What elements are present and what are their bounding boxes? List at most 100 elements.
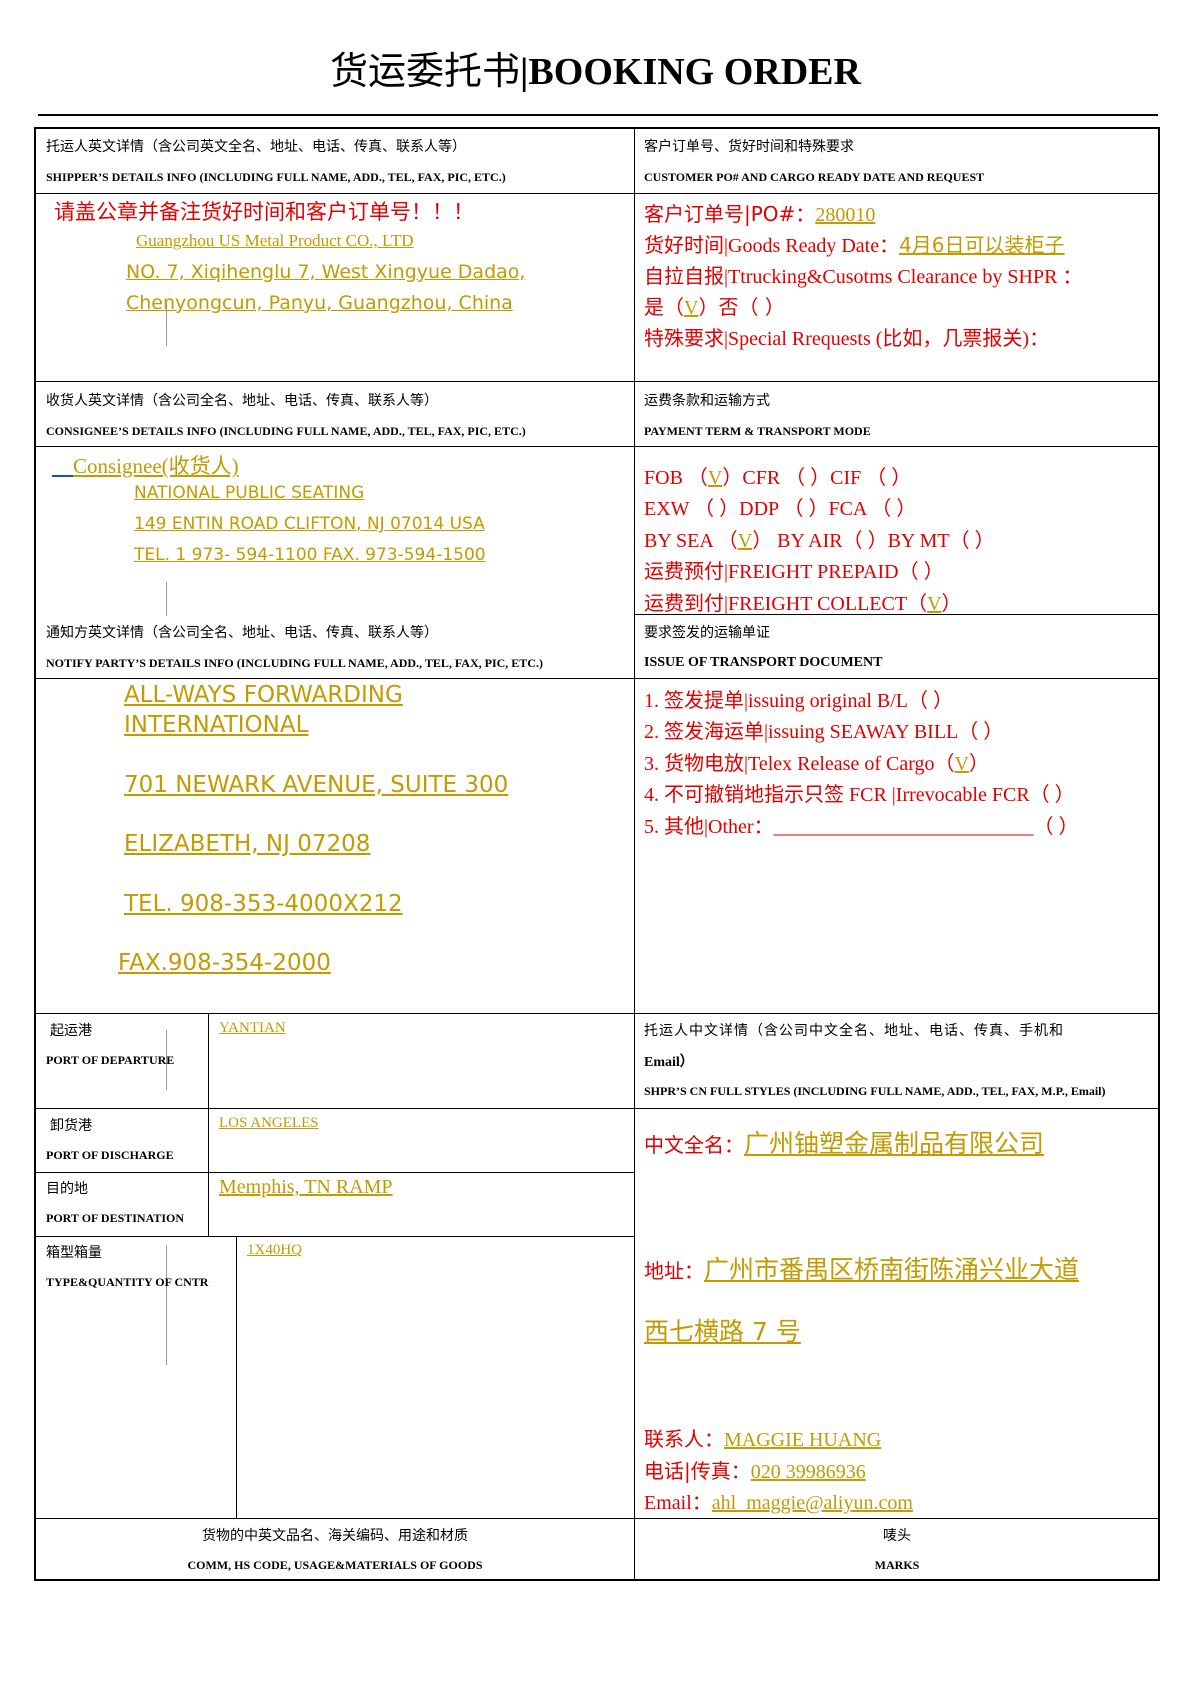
consignee-tel: TEL. 1 973- 594-1100 FAX. 973-594-1500 [134,545,486,565]
cn-addr-value1: 广州市番禺区桥南街陈涌兴业大道 [704,1255,1080,1284]
doc-opt5: 5. 其他|Other：__________________________（ … [644,816,1079,838]
po-value: 280010 [815,204,876,226]
destination-label-en: PORT OF DESTINATION [46,1211,185,1225]
discharge-label-en: PORT OF DISCHARGE [46,1148,174,1162]
rule-notify-head [35,678,1159,679]
doc-opt2: 2. 签发海运单|issuing SEAWAY BILL（ ） [644,721,1004,743]
consignee-label-zh: 收货人英文详情（含公司全名、地址、电话、传真、联系人等） [46,393,438,409]
cn-addr-line: 地址：广州市番禺区桥南街陈涌兴业大道 [644,1250,1079,1286]
goods-label-en: COMM, HS CODE, USAGE&MATERIALS OF GOODS [187,1558,483,1572]
cn-email-value: ahl_maggie@aliyun.com [711,1492,913,1514]
doc-label-zh: 要求签发的运输单证 [644,625,770,641]
cntr-label-zh: 箱型箱量 [46,1245,102,1261]
cn-name-line: 中文全名：广州铀塑金属制品有限公司 [644,1124,1044,1160]
sea-mark: V [737,530,753,552]
notify-line3: 701 NEWARK AVENUE, SUITE 300 [124,772,509,798]
cntr-label-en: TYPE&QUANTITY OF CNTR [46,1275,209,1289]
yes-label: 是（ [644,295,684,319]
rule-cntr-top [35,1236,635,1237]
notify-line6: FAX.908-354-2000 [118,950,331,976]
consignee-addr: 149 ENTIN ROAD CLIFTON, NJ 07014 USA [134,514,485,534]
marks-label-zh: 唛头 [883,1528,911,1544]
rule-consignee-top [35,381,1159,382]
yes-mark: V [684,297,699,319]
consignee-title-text: Consignee(收货人) [73,454,239,478]
notify-line5: TEL. 908-353-4000X212 [124,891,403,917]
ready-line: 货好时间|Goods Ready Date：4月6日可以装柜子 [644,229,1065,258]
prepaid-line: 运费预付|FREIGHT PREPAID（ ） [644,561,944,583]
shipper-note: 请盖公章并备注货好时间和客户订单号！！！ [54,200,474,224]
shipper-cn-label-zh2: Email） [644,1055,694,1070]
consignee-label-en: CONSIGNEE’S DETAILS INFO (INCLUDING FULL… [46,424,526,438]
rule-goods-top [35,1518,1159,1519]
collect-line: 运费到付|FREIGHT COLLECT（V） [644,593,962,615]
sea-line: BY SEA （V） BY AIR（ ）BY MT（ ） [644,530,995,552]
departure-label-en: PORT OF DEPARTURE [46,1053,175,1067]
ports-divider [208,1013,209,1236]
cn-phone-label: 电话|传真： [644,1459,751,1483]
cn-contact-line: 联系人：MAGGIE HUANG [644,1423,881,1452]
notify-label-en: NOTIFY PARTY’S DETAILS INFO (INCLUDING F… [46,656,543,670]
title-en: BOOKING ORDER [528,51,861,93]
doc-opt3: 3. 货物电放|Telex Release of Cargo（V） [644,753,989,775]
ready-value: 4月6日可以装柜子 [899,233,1065,257]
cntr-value: 1X40HQ [247,1242,302,1258]
payment-label-en: PAYMENT TERM & TRANSPORT MODE [644,424,871,438]
discharge-value: LOS ANGELES [219,1115,319,1131]
goods-label-zh: 货物的中英文品名、海关编码、用途和材质 [202,1528,468,1544]
cn-name-label: 中文全名： [644,1133,744,1157]
shipper-cn-label-en: SHPR’S CN FULL STYLES (INCLUDING FULL NA… [644,1084,1106,1098]
rule-consignee-head [35,446,1159,447]
consignee-title: Consignee(收货人) [52,450,239,480]
destination-value: Memphis, TN RAMP [219,1176,393,1198]
fob-line: FOB （V）CFR （ ）CIF （ ） [644,467,912,489]
cn-name-value: 广州铀塑金属制品有限公司 [744,1129,1045,1158]
edit-cursor [166,582,167,616]
exw-line: EXW （ ）DDP （ ）FCA （ ） [644,498,917,520]
shipper-label-zh: 托运人英文详情（含公司英文全名、地址、电话、传真、联系人等） [46,139,466,155]
cn-phone-line: 电话|传真：020 39986936 [644,1455,866,1484]
doc-opt3-mark: V [954,753,969,775]
notify-line4: ELIZABETH, NJ 07208 [124,831,371,857]
departure-label-zh: 起运港 [50,1023,92,1039]
customer-label-zh: 客户订单号、货好时间和特殊要求 [644,139,854,155]
cn-email-label: Email： [644,1492,712,1514]
trucking-line: 自拉自报|Ttrucking&Cusotms Clearance by SHPR… [644,266,1083,288]
edit-cursor [166,1245,167,1365]
cntr-divider [236,1236,237,1518]
payment-label-zh: 运费条款和运输方式 [644,393,770,409]
cn-contact-value: MAGGIE HUANG [724,1429,882,1451]
collect-mark: V [927,593,942,615]
shipper-addr1: NO. 7, Xiqihenglu 7, West Xingyue Dadao, [126,261,526,283]
title-rule [38,114,1158,116]
cn-phone-value: 020 39986936 [750,1461,866,1483]
page-title: 货运委托书|BOOKING ORDER [0,40,1191,95]
yes-no-line: 是（V）否（ ） [644,291,785,320]
shipper-name: Guangzhou US Metal Product CO., LTD [136,231,414,250]
shipper-label-en: SHIPPER’S DETAILS INFO (INCLUDING FULL N… [46,170,506,184]
doc-opt1: 1. 签发提单|issuing original B/L（ ） [644,690,954,712]
ready-label: 货好时间|Goods Ready Date： [644,235,900,257]
rule-ports-top [35,1013,1159,1014]
po-line: 客户订单号|PO#：280010 [644,198,875,227]
center-divider [634,128,635,1580]
fob-mark: V [707,467,723,489]
marks-label-en: MARKS [874,1558,920,1572]
rule-shipper-head [35,193,1159,194]
cn-email-line: Email：ahl_maggie@aliyun.com [644,1486,913,1515]
cn-addr-label: 地址： [644,1259,704,1283]
doc-opt4: 4. 不可撤销地指示只签 FCR |Irrevocable FCR（ ） [644,784,1075,806]
discharge-label-zh: 卸货港 [50,1118,92,1134]
title-zh: 货运委托书 [330,49,521,93]
notify-label-zh: 通知方英文详情（含公司全名、地址、电话、传真、联系人等） [46,625,438,641]
special-line: 特殊要求|Special Rrequests (比如，几票报关)： [644,328,1050,350]
shipper-addr2: Chenyongcun, Panyu, Guangzhou, China [126,292,513,314]
doc-label-en: ISSUE OF TRANSPORT DOCUMENT [644,655,883,670]
cn-contact-label: 联系人： [644,1427,724,1451]
po-label: 客户订单号|PO#： [644,202,816,226]
rule-destination-top [35,1172,635,1173]
notify-line1: ALL-WAYS FORWARDING [124,682,403,708]
cn-addr-value2: 西七横路 7 号 [644,1317,801,1346]
consignee-name: NATIONAL PUBLIC SEATING [134,483,365,503]
rule-discharge-top [35,1108,1159,1109]
